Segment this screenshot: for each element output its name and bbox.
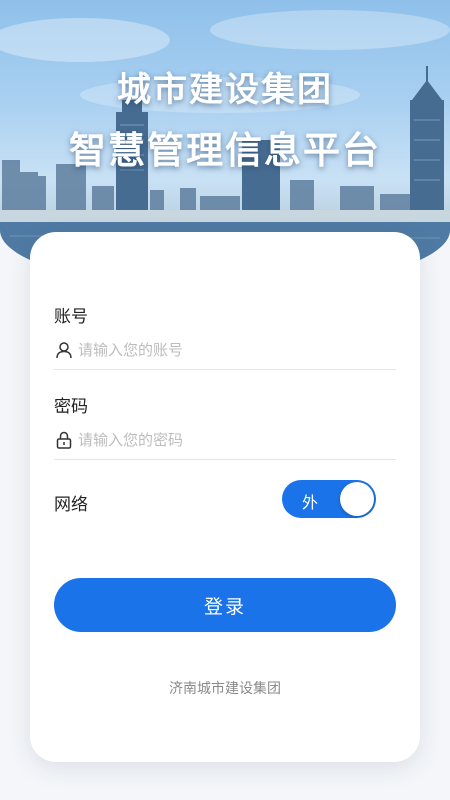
network-label: 网络: [54, 495, 88, 515]
account-input[interactable]: [78, 334, 396, 365]
hero-title-line1: 城市建设集团: [117, 70, 333, 110]
toggle-knob: [340, 482, 374, 516]
login-card: 账号 密码 网络 外 登录 济南城市建设集团: [30, 232, 420, 762]
login-button[interactable]: 登录: [54, 578, 396, 632]
network-toggle-text: 外: [302, 493, 319, 512]
password-input[interactable]: [78, 424, 396, 455]
footer-org-name: 济南城市建设集团: [169, 681, 281, 697]
account-label: 账号: [54, 307, 88, 327]
account-field: [54, 330, 396, 370]
hero-title-line2: 智慧管理信息平台: [69, 129, 381, 172]
network-toggle[interactable]: 外: [282, 480, 376, 518]
user-icon: [54, 340, 74, 360]
password-field: [54, 420, 396, 460]
lock-icon: [54, 430, 74, 450]
password-label: 密码: [54, 397, 88, 417]
